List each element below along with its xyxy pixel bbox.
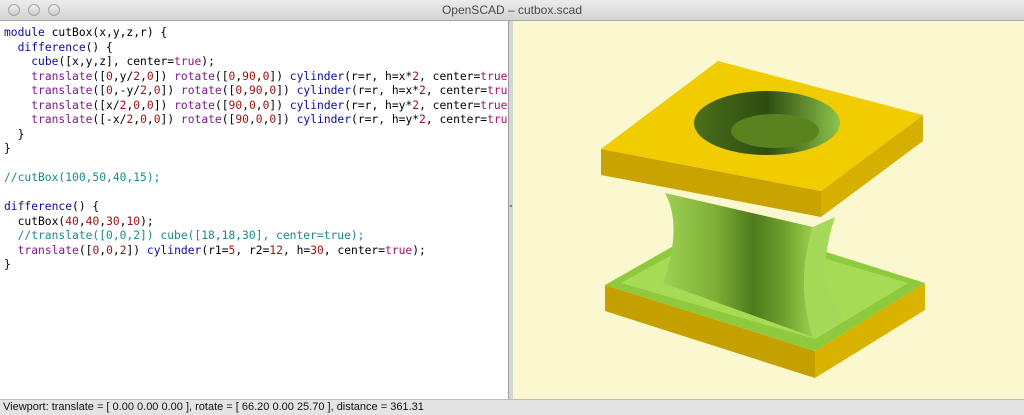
code-line-8: }: [4, 127, 25, 141]
code-line-7: translate([-x/2,0,0]) rotate([90,0,0]) c…: [31, 113, 508, 126]
splitter-grip-icon: [510, 205, 512, 207]
code-line-9: }: [4, 142, 11, 155]
3d-viewport[interactable]: [513, 21, 1024, 399]
code-line-16: translate([0,0,2]) cylinder(r1=5, r2=12,…: [17, 243, 426, 257]
code-line-2: difference() {: [17, 40, 113, 54]
code-line-11: //cutBox(100,50,40,15);: [4, 171, 161, 184]
window-title: OpenSCAD – cutbox.scad: [441, 3, 583, 17]
status-bar: Viewport: translate = [ 0.00 0.00 0.00 ]…: [0, 399, 1024, 415]
code-line-5: translate([0,-y/2,0]) rotate([0,90,0]) c…: [31, 84, 508, 97]
title-bar: OpenSCAD – cutbox.scad: [0, 0, 1024, 21]
code-line-1: module cutBox(x,y,z,r) {: [4, 26, 168, 39]
code-line-15: //translate([0,0,2]) cube([18,18,30], ce…: [4, 229, 365, 242]
code-line-4: translate([0,y/2,0]) rotate([0,90,0]) cy…: [31, 69, 508, 83]
code-line-3: cube([x,y,z], center=true);: [31, 55, 215, 68]
code-line-6: translate([x/2,0,0]) rotate([90,0,0]) cy…: [31, 98, 508, 112]
code-line-17: }: [4, 258, 11, 271]
code-line-14: cutBox(40,40,30,10);: [4, 214, 154, 228]
code-editor[interactable]: module cutBox(x,y,z,r) { difference() { …: [0, 21, 509, 399]
code-text[interactable]: module cutBox(x,y,z,r) { difference() { …: [0, 21, 508, 273]
code-line-13: difference() {: [4, 200, 100, 213]
hole-floor: [731, 114, 819, 148]
3d-model-render: [601, 61, 925, 378]
